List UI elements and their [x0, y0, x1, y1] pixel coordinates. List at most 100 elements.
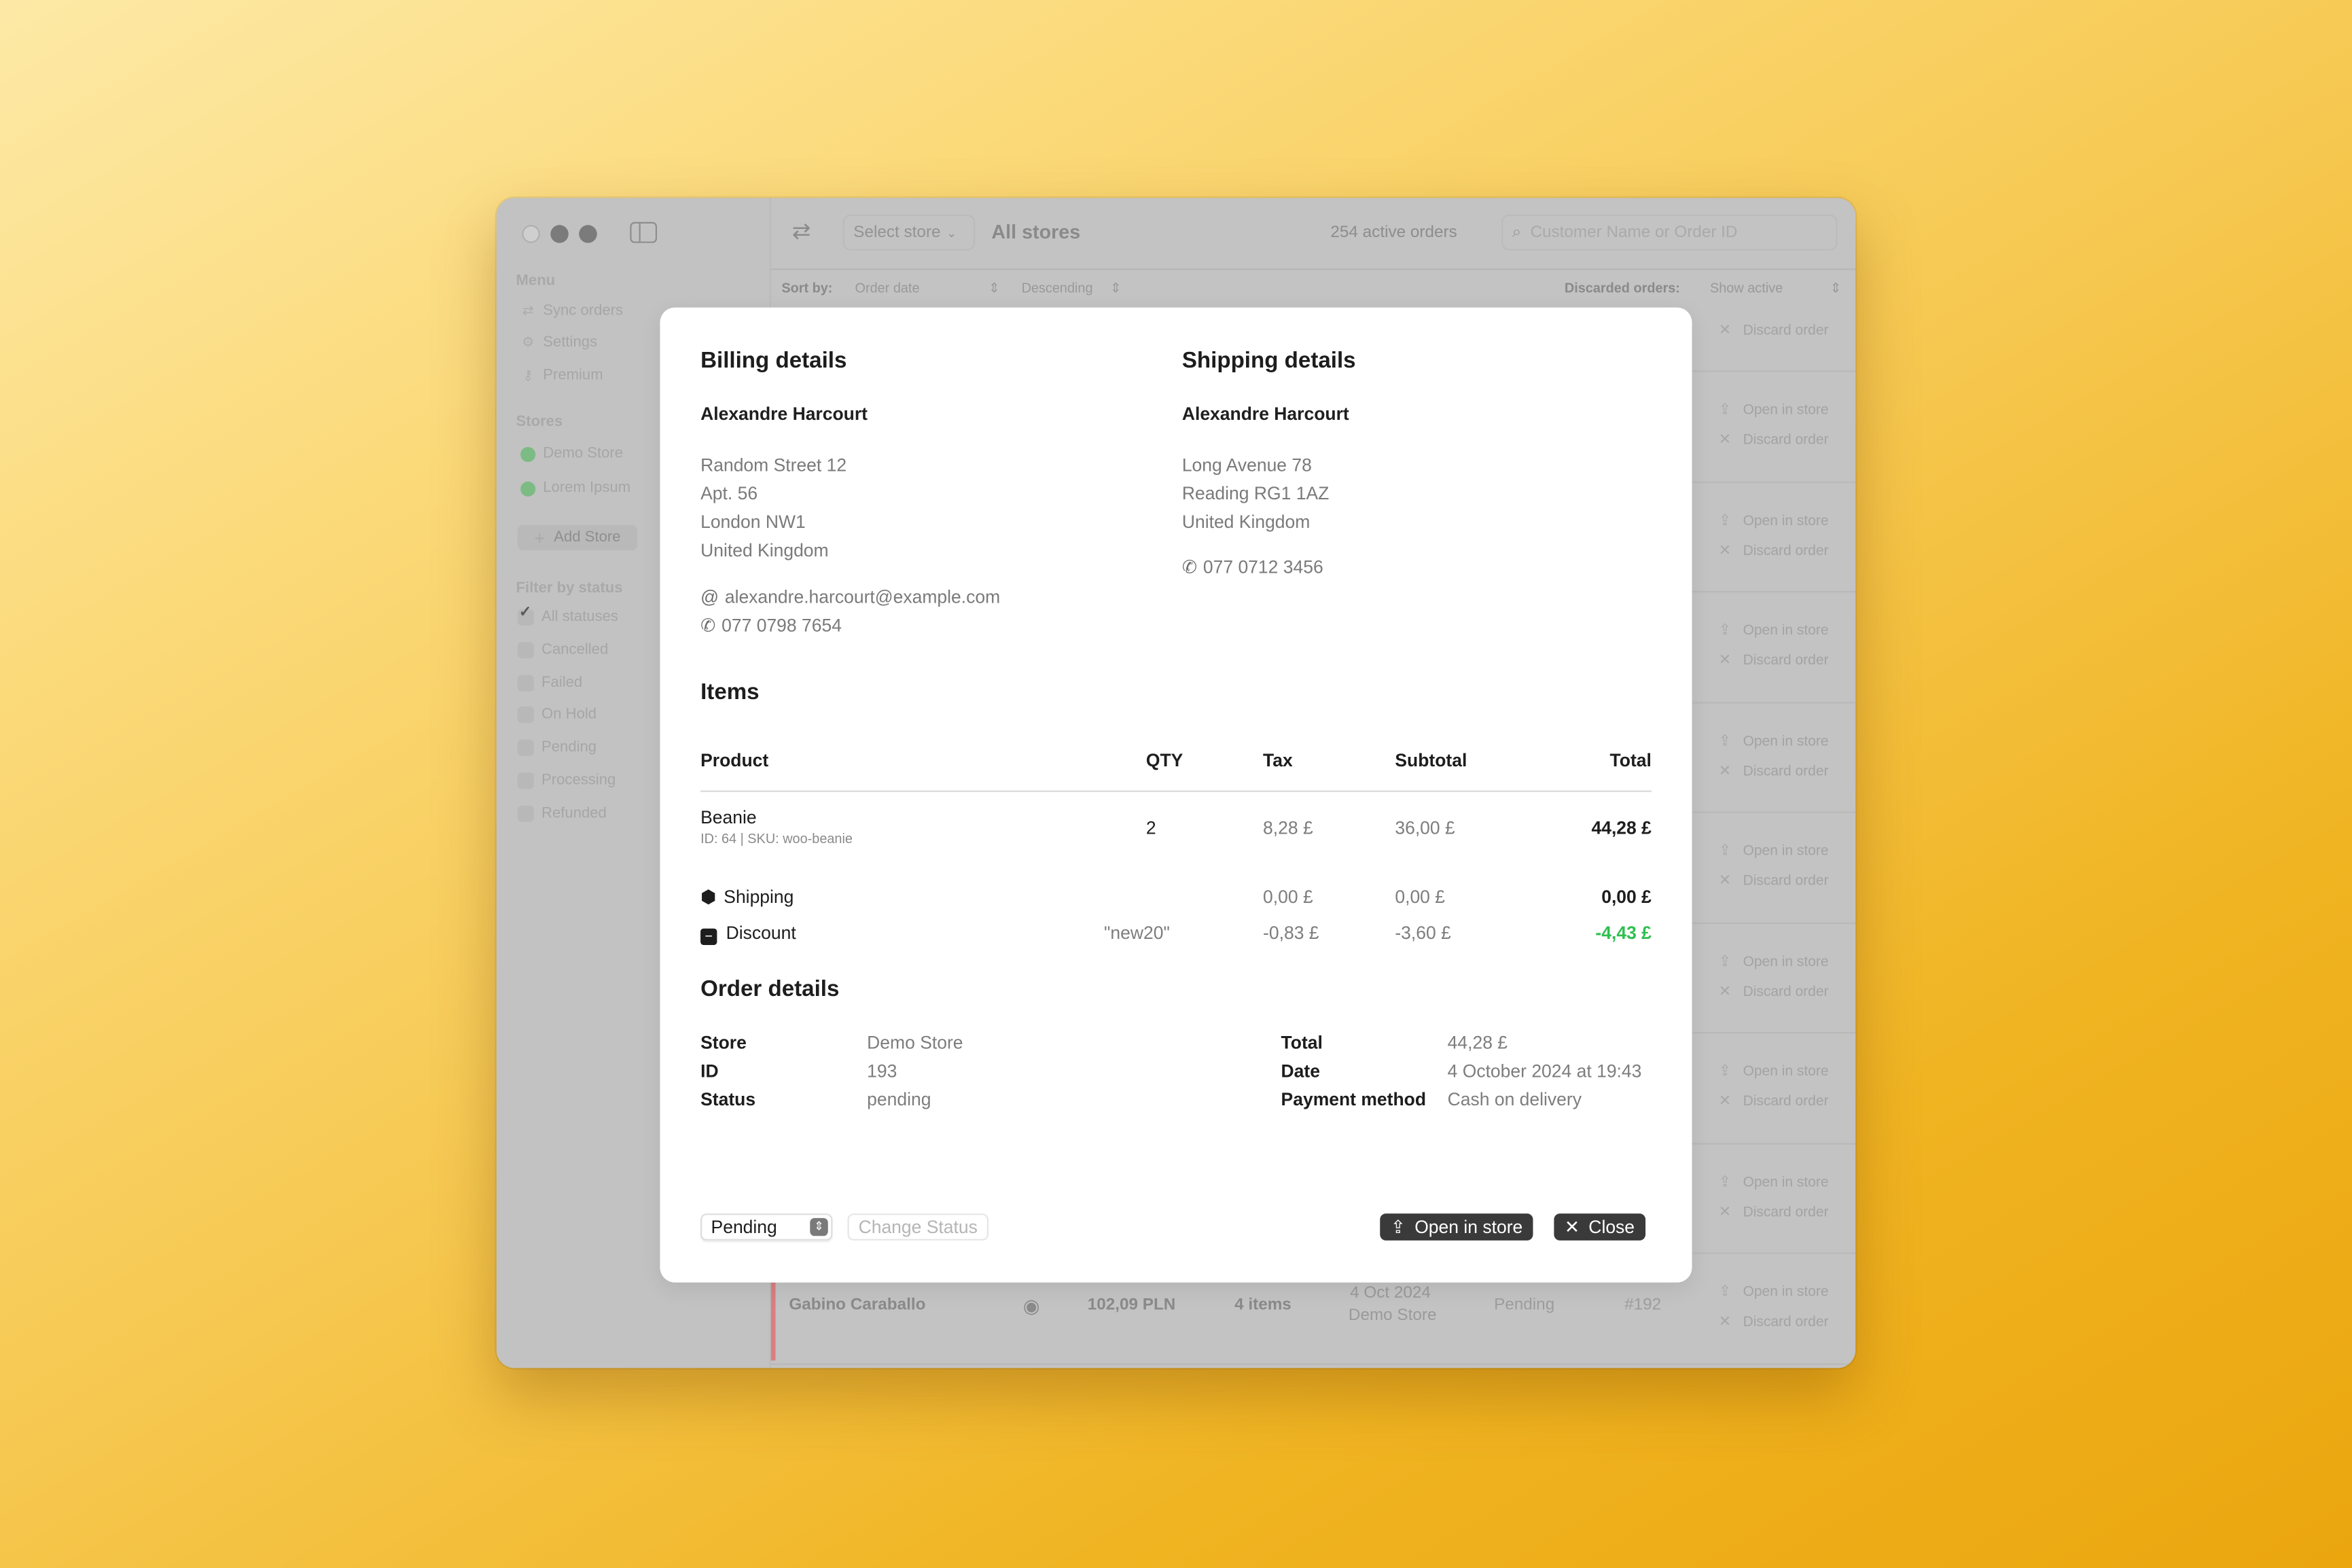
row-divider — [770, 1362, 1856, 1365]
checkbox[interactable] — [517, 706, 535, 724]
updown-chevron-icon: ⇕ — [1109, 280, 1122, 296]
column-header-product: Product — [700, 749, 769, 771]
product-meta: ID: 64 | SKU: woo-beanie — [700, 831, 853, 847]
search-input[interactable]: ⌕ Customer Name or Order ID — [1501, 214, 1838, 251]
sort-by-label: Sort by: — [781, 280, 833, 296]
eye-icon[interactable]: ◉ — [1023, 1294, 1040, 1318]
shipping-tax: 0,00 £ — [1263, 886, 1313, 908]
checkbox[interactable] — [517, 772, 535, 789]
sidebar-item-settings[interactable]: ⚙ Settings — [520, 334, 597, 351]
detail-key: Status — [700, 1088, 756, 1110]
billing-phone[interactable]: ✆ 077 0798 7654 — [700, 615, 842, 636]
open-in-store-link[interactable]: ⇪ Open in store — [1717, 1063, 1829, 1080]
open-in-store-button[interactable]: ⇪ Open in store — [1380, 1213, 1533, 1241]
add-store-button[interactable]: + Add Store — [517, 524, 638, 551]
discount-code: "new20" — [1104, 922, 1170, 944]
open-in-store-link[interactable]: ⇪ Open in store — [1717, 512, 1829, 529]
plus-icon: + — [534, 527, 546, 548]
discard-order-link[interactable]: ✕ Discard order — [1717, 542, 1829, 558]
sidebar-store-demo-store[interactable]: Demo Store — [520, 446, 623, 462]
close-icon: ✕ — [1718, 322, 1732, 339]
checkbox-checked[interactable] — [517, 605, 535, 626]
change-status-button[interactable]: Change Status — [847, 1213, 989, 1241]
discarded-select[interactable]: Show active — [1710, 281, 1783, 296]
zoom-window-button[interactable] — [579, 225, 597, 243]
close-window-button[interactable] — [522, 225, 540, 243]
discard-order-link[interactable]: ✕ Discard order — [1717, 652, 1829, 669]
minimize-window-button[interactable] — [550, 225, 569, 243]
store-status-dot — [520, 446, 536, 461]
sidebar-item-premium[interactable]: ⚷ Premium — [520, 368, 603, 384]
filter-cancelled[interactable]: Cancelled — [517, 641, 608, 659]
open-in-store-link[interactable]: ⇪ Open in store — [1717, 622, 1829, 639]
close-icon: ✕ — [1718, 652, 1732, 669]
detail-value: 44,28 £ — [1447, 1032, 1508, 1053]
minus-square-icon: − — [700, 928, 717, 945]
detail-value: Cash on delivery — [1447, 1088, 1582, 1110]
page-title: All stores — [991, 220, 1081, 243]
sort-order-select[interactable]: Descending — [1022, 281, 1093, 296]
detail-value: pending — [867, 1088, 931, 1110]
shipping-title: Shipping details — [1181, 348, 1356, 374]
filter-on-hold[interactable]: On Hold — [517, 706, 596, 724]
order-id: #192 — [1624, 1296, 1662, 1315]
close-icon: ✕ — [1718, 1203, 1732, 1221]
chevron-down-icon: ⌄ — [946, 226, 957, 240]
desktop: Menu ⇄ Sync orders ⚙ Settings ⚷ Premium … — [0, 0, 2352, 1567]
detail-value: Demo Store — [867, 1032, 963, 1053]
open-in-store-link[interactable]: ⇪ Open in store — [1717, 402, 1829, 418]
sync-icon[interactable]: ⇄ — [792, 217, 811, 245]
discard-order-link[interactable]: ✕ Discard order — [1717, 983, 1829, 1000]
discard-order-link[interactable]: ✕ Discard order — [1717, 1093, 1829, 1110]
close-icon: ✕ — [1718, 1093, 1732, 1110]
discard-order-link[interactable]: ✕ Discard order — [1717, 873, 1829, 889]
open-in-store-link[interactable]: ⇪ Open in store — [1717, 733, 1829, 749]
checkbox[interactable] — [517, 739, 535, 756]
discarded-label: Discarded orders: — [1564, 280, 1680, 296]
discount-subtotal: -3,60 £ — [1395, 922, 1451, 944]
share-icon: ⇪ — [1718, 953, 1732, 970]
shipping-phone[interactable]: ✆ 077 0712 3456 — [1182, 556, 1323, 577]
billing-address-line: London NW1 — [700, 511, 806, 533]
phone-icon: ✆ — [1181, 556, 1198, 578]
discard-order-link[interactable]: ✕ Discard order — [1717, 763, 1829, 779]
discard-order-link[interactable]: ✕ Discard order — [1717, 1203, 1829, 1221]
close-icon: ✕ — [1718, 431, 1732, 449]
sidebar-store-lorem-ipsum[interactable]: Lorem Ipsum — [520, 480, 630, 497]
discard-order-link[interactable]: ✕ Discard order — [1717, 431, 1829, 449]
detail-value: 193 — [867, 1060, 897, 1082]
detail-key: Total — [1281, 1032, 1323, 1053]
discard-order-link[interactable]: ✕ Discard order — [1717, 322, 1829, 339]
shipping-total: 0,00 £ — [1601, 886, 1652, 908]
detail-key: Store — [700, 1032, 747, 1053]
store-select[interactable]: Select store ⌄ — [842, 214, 976, 251]
open-in-store-link[interactable]: ⇪ Open in store — [1717, 843, 1829, 859]
sidebar-toggle-icon[interactable] — [630, 221, 658, 243]
order-details-title: Order details — [700, 976, 840, 1002]
detail-key: Payment method — [1281, 1088, 1427, 1110]
updown-chevron-icon: ⇕ — [988, 280, 1000, 296]
open-in-store-link[interactable]: ⇪ Open in store — [1717, 953, 1829, 970]
checkbox[interactable] — [517, 641, 535, 659]
share-icon: ⇪ — [1718, 512, 1732, 529]
open-in-store-link[interactable]: ⇪ Open in store — [1717, 1174, 1829, 1190]
order-row[interactable]: Gabino Caraballo ◉ 102,09 PLN 4 items 4 … — [770, 1281, 1855, 1361]
sort-bar: Sort by: Order date ⇕ Descending ⇕ Disca… — [771, 270, 1855, 306]
discount-tax: -0,83 £ — [1263, 922, 1319, 944]
product-subtotal: 36,00 £ — [1395, 817, 1455, 839]
filter-processing[interactable]: Processing — [517, 772, 616, 789]
filter-all-statuses[interactable]: All statuses — [517, 605, 618, 626]
filter-refunded[interactable]: Refunded — [517, 805, 607, 822]
sort-field-select[interactable]: Order date — [855, 281, 920, 296]
share-icon: ⇪ — [1390, 1216, 1406, 1238]
status-select[interactable]: Pending ⇕ — [700, 1213, 833, 1241]
filter-pending[interactable]: Pending — [517, 739, 596, 756]
filter-failed[interactable]: Failed — [517, 675, 582, 692]
billing-email[interactable]: @ alexandre.harcourt@example.com — [700, 586, 1000, 607]
checkbox[interactable] — [517, 675, 535, 692]
billing-address-line: Random Street 12 — [700, 454, 847, 476]
checkbox[interactable] — [517, 805, 535, 822]
close-icon: ✕ — [1718, 983, 1732, 1000]
close-button[interactable]: ✕ Close — [1554, 1213, 1645, 1241]
sidebar-item-sync-orders[interactable]: ⇄ Sync orders — [520, 303, 623, 319]
